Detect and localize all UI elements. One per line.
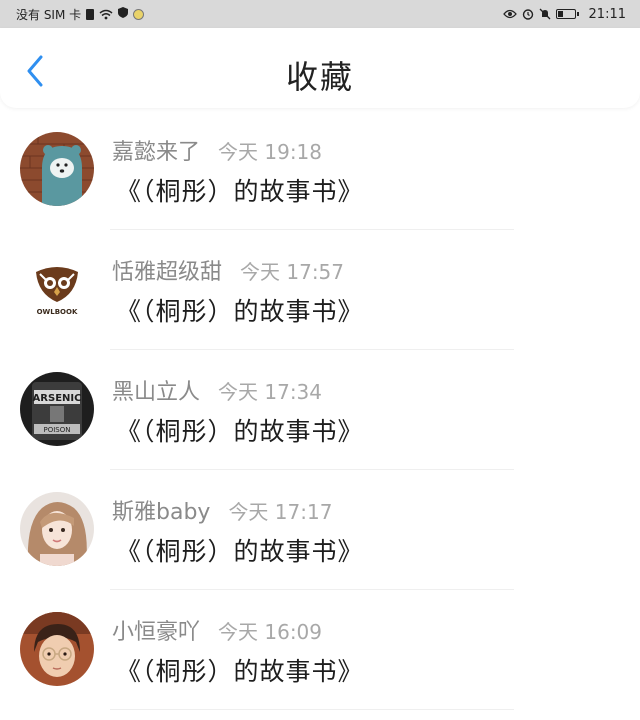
alarm-icon	[522, 8, 534, 20]
clock: 21:11	[588, 6, 626, 22]
status-bar-left: 没有 SIM 卡	[16, 6, 145, 23]
nav-header: 收藏	[0, 28, 640, 108]
page-title: 收藏	[285, 58, 354, 96]
shield-icon	[118, 7, 129, 21]
sim-icon	[86, 8, 95, 20]
username[interactable]: 恬雅超级甜	[112, 254, 222, 286]
avatar[interactable]: ARSENIC POISON	[20, 372, 94, 446]
username[interactable]: 黑山立人	[112, 374, 200, 406]
story-title[interactable]: 《（桐彤）的故事书》	[116, 652, 364, 688]
list-item[interactable]: 嘉懿来了 今天 19:18 《（桐彤）的故事书》	[0, 110, 640, 230]
owlbook-logo-text: OWLBOOK	[37, 308, 78, 316]
item-meta: 小恒豪吖 今天 16:09	[112, 614, 322, 646]
timestamp: 今天 19:18	[218, 140, 323, 164]
avatar[interactable]	[20, 132, 94, 206]
item-meta: 黑山立人 今天 17:34	[112, 374, 322, 406]
owlbook-logo-avatar-image: OWLBOOK	[20, 252, 94, 326]
story-title[interactable]: 《（桐彤）的故事书》	[116, 532, 364, 568]
divider	[110, 709, 514, 710]
girl-photo-avatar-image	[20, 492, 94, 566]
mute-icon	[539, 8, 551, 20]
item-meta: 斯雅baby 今天 17:17	[112, 494, 332, 526]
avatar[interactable]: OWLBOOK	[20, 252, 94, 326]
avatar[interactable]	[20, 492, 94, 566]
arsenic-bottle-avatar-image: ARSENIC POISON	[20, 372, 94, 446]
username[interactable]: 小恒豪吖	[112, 614, 200, 646]
item-meta: 嘉懿来了 今天 19:18	[112, 134, 322, 166]
poison-label-text: POISON	[44, 426, 71, 434]
app-notification-icon	[133, 8, 145, 20]
username[interactable]: 嘉懿来了	[112, 134, 200, 166]
username[interactable]: 斯雅baby	[112, 494, 210, 526]
timestamp: 今天 17:17	[228, 500, 333, 524]
wifi-icon	[99, 9, 113, 20]
item-meta: 恬雅超级甜 今天 17:57	[112, 254, 344, 286]
timestamp: 今天 17:57	[240, 260, 345, 284]
list-item[interactable]: 小恒豪吖 今天 16:09 《（桐彤）的故事书》	[0, 590, 640, 710]
eye-icon	[502, 9, 517, 19]
list-item[interactable]: ARSENIC POISON 黑山立人 今天 17:34 《（桐彤）的故事书》	[0, 350, 640, 470]
list-item[interactable]: OWLBOOK 恬雅超级甜 今天 17:57 《（桐彤）的故事书》	[0, 230, 640, 350]
story-title[interactable]: 《（桐彤）的故事书》	[116, 412, 364, 448]
favorites-list: 嘉懿来了 今天 19:18 《（桐彤）的故事书》 OWLBOOK 恬雅超级甜 今…	[0, 110, 640, 710]
timestamp: 今天 16:09	[218, 620, 323, 644]
status-bar: 没有 SIM 卡 21:11	[0, 0, 640, 28]
boy-photo-avatar-image	[20, 612, 94, 686]
carrier-text: 没有 SIM 卡	[16, 7, 82, 22]
list-item[interactable]: 斯雅baby 今天 17:17 《（桐彤）的故事书》	[0, 470, 640, 590]
bear-hoodie-avatar-image	[20, 132, 94, 206]
story-title[interactable]: 《（桐彤）的故事书》	[116, 172, 364, 208]
arsenic-label-text: ARSENIC	[33, 393, 82, 404]
timestamp: 今天 17:34	[218, 380, 323, 404]
battery-level	[557, 11, 563, 17]
story-title[interactable]: 《（桐彤）的故事书》	[116, 292, 364, 328]
avatar[interactable]	[20, 612, 94, 686]
battery-icon	[555, 9, 579, 19]
status-bar-right: 21:11	[502, 6, 626, 22]
